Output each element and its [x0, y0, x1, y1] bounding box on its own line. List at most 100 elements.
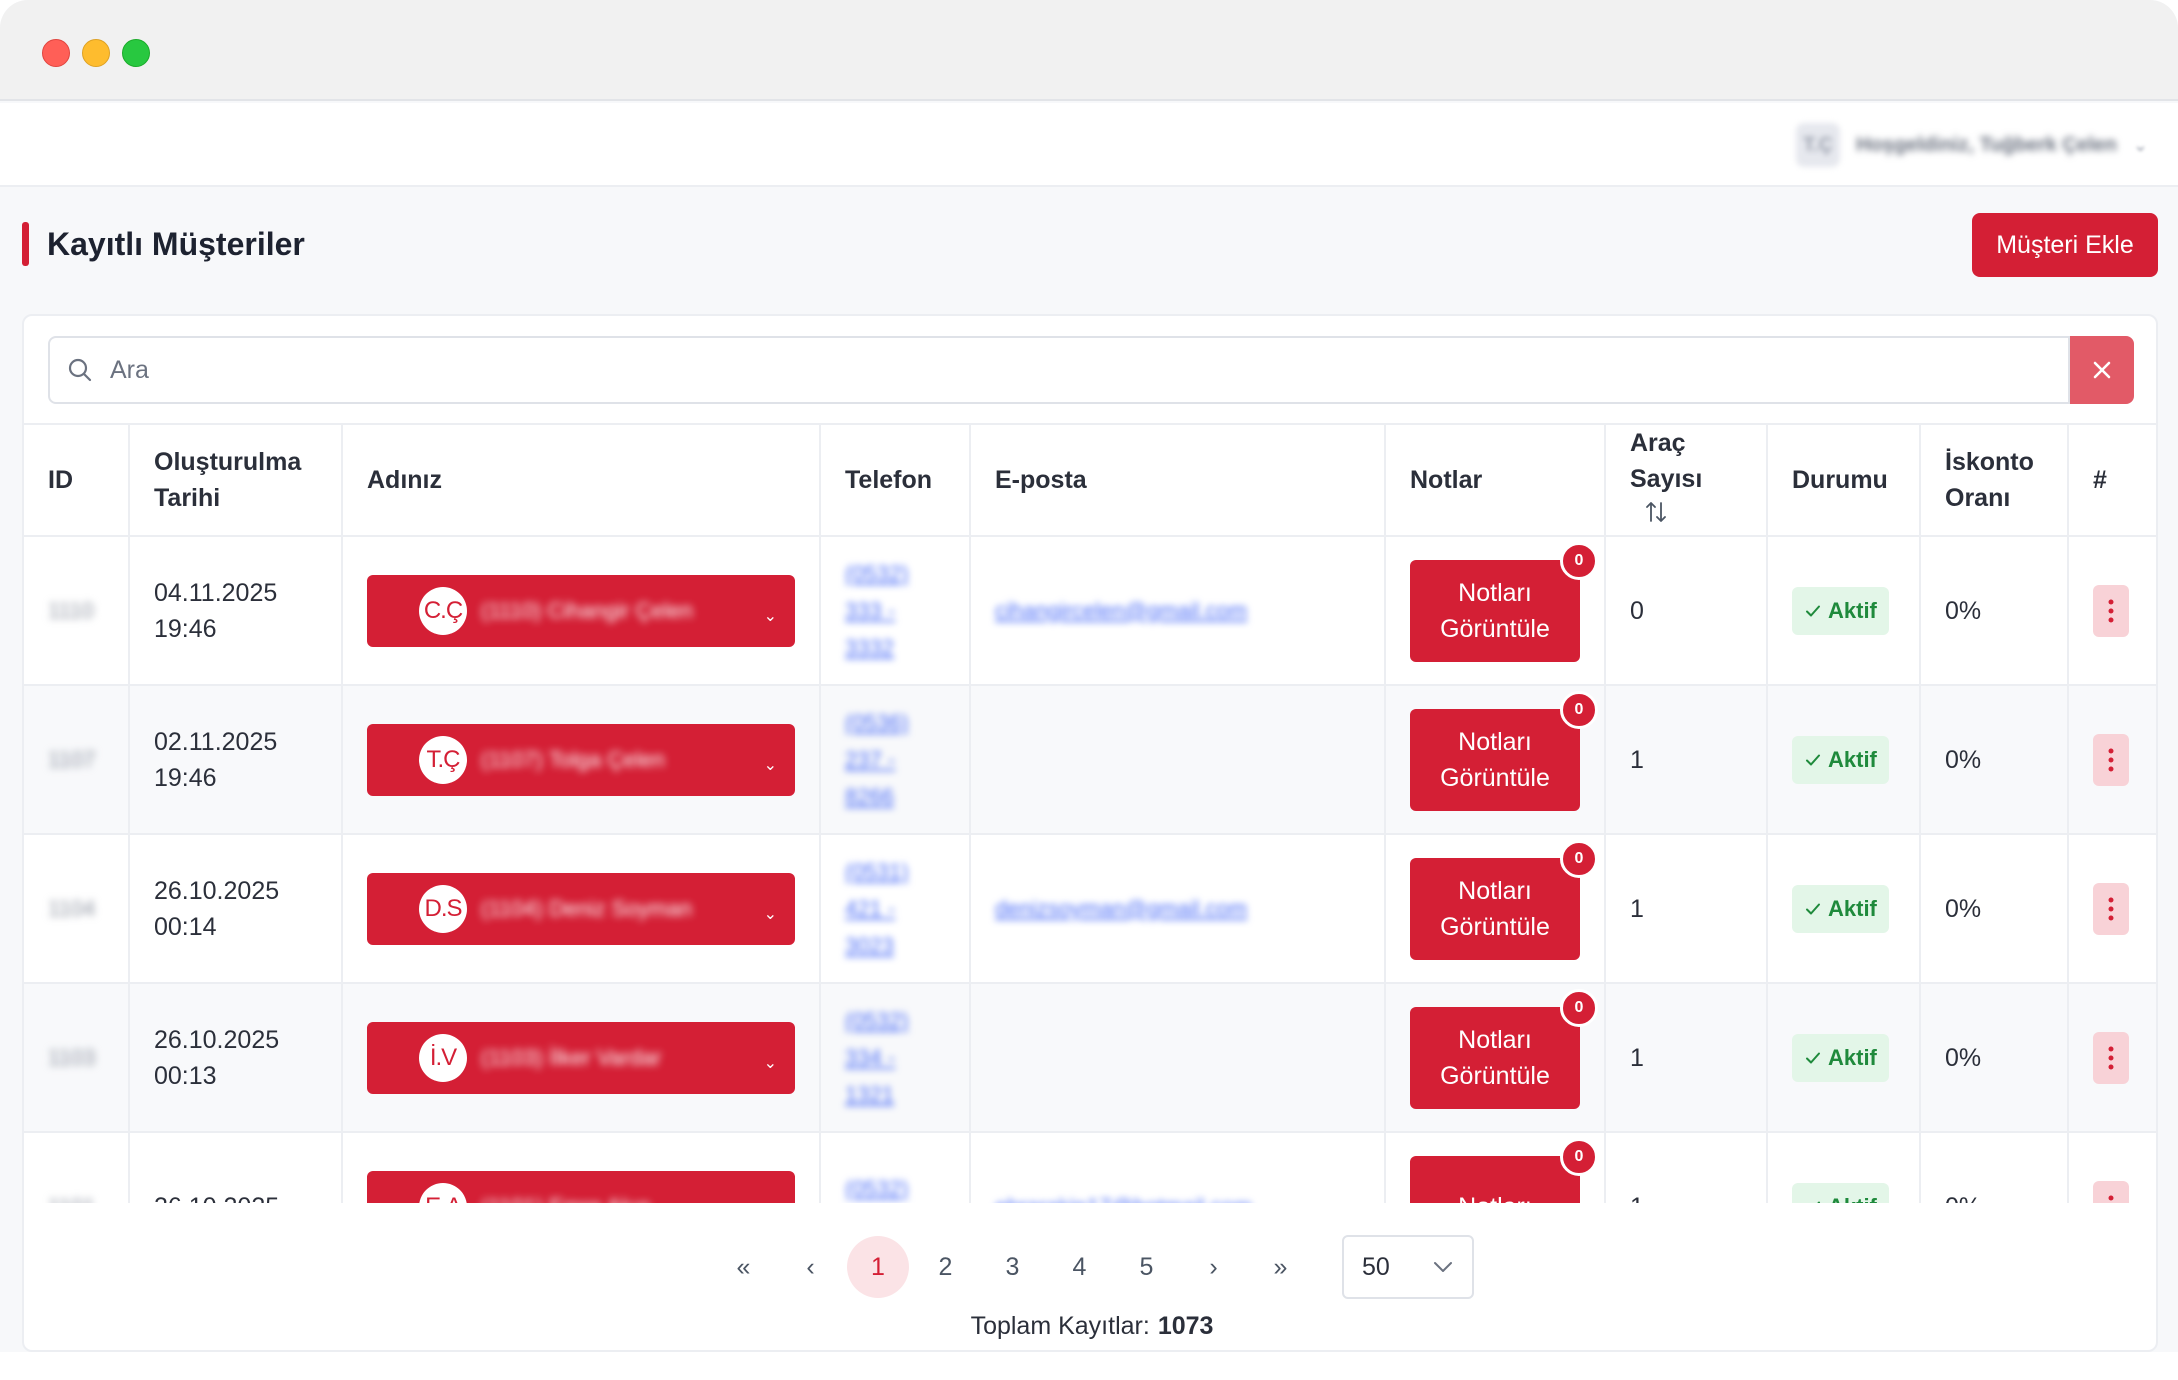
- customer-name: (1103) İlker Vardar: [481, 1044, 662, 1070]
- customers-table-wrapper[interactable]: ID Oluşturulma Tarihi Adınız Telefon E-p…: [24, 423, 2156, 1204]
- chevron-down-icon: ⌄: [764, 1195, 777, 1204]
- notes-count-badge: 0: [1560, 839, 1598, 878]
- previous-page-button[interactable]: ‹: [777, 1236, 844, 1298]
- row-actions-menu-button[interactable]: [2093, 733, 2129, 786]
- kebab-menu-icon: [2108, 1195, 2114, 1200]
- customer-id: 1107: [48, 747, 96, 772]
- customer-initials: İ.V: [419, 1033, 467, 1082]
- customer-phone-link[interactable]: (0532) 334 - 1321: [845, 1002, 935, 1113]
- column-header-discount: İskonto Oranı: [1919, 423, 2069, 537]
- kebab-menu-icon: [2108, 1046, 2114, 1069]
- notes-label: Notları: [1458, 876, 1532, 905]
- discount-rate: 0%: [1919, 535, 2069, 686]
- view-notes-button[interactable]: Notları Görüntüle 0: [1410, 690, 1598, 811]
- customer-phone-link[interactable]: (0532) 333 - 3332: [845, 555, 935, 666]
- customer-initials: E.A: [419, 1182, 467, 1203]
- column-header-notes: Notlar: [1384, 423, 1606, 537]
- discount-rate: 0%: [1919, 833, 2069, 984]
- add-customer-button[interactable]: Müşteri Ekle: [1972, 213, 2158, 277]
- row-actions-menu-button[interactable]: [2093, 1180, 2129, 1203]
- column-header-id: ID: [24, 423, 130, 537]
- created-time: 19:46: [154, 763, 217, 792]
- customer-id: 1104: [48, 896, 96, 921]
- customer-phone-link[interactable]: (0531) 421 - 3023: [845, 853, 935, 964]
- page-button-1[interactable]: 1: [847, 1236, 909, 1298]
- notes-count-badge: 0: [1560, 988, 1598, 1027]
- column-header-name: Adınız: [341, 423, 821, 537]
- maximize-window-button[interactable]: [122, 39, 150, 67]
- notes-label: Görüntüle: [1440, 614, 1550, 643]
- notes-label: Notları: [1458, 578, 1532, 607]
- user-avatar: T.Ç: [1796, 123, 1841, 167]
- table-header-row: ID Oluşturulma Tarihi Adınız Telefon E-p…: [24, 423, 2156, 537]
- check-icon: [1806, 903, 1820, 914]
- vehicle-count: 0: [1604, 535, 1768, 686]
- customer-initials: D.S: [419, 884, 467, 933]
- row-actions-menu-button[interactable]: [2093, 584, 2129, 637]
- customer-email-link[interactable]: cihangircelen@gmail.com: [995, 598, 1247, 623]
- chevron-down-icon: ⌄: [763, 756, 777, 774]
- vehicle-count: 1: [1604, 684, 1768, 835]
- customer-name: (1101) Emre Akın: [481, 1189, 651, 1204]
- created-time: 00:14: [154, 912, 217, 941]
- chevron-down-icon: ⌄: [763, 607, 777, 625]
- created-time: 19:46: [154, 614, 217, 643]
- check-icon: [1806, 605, 1820, 616]
- page-button-3[interactable]: 3: [979, 1236, 1046, 1298]
- customer-name-select[interactable]: E.A (1101) Emre Akın ⌄: [367, 1170, 795, 1204]
- customer-phone-link[interactable]: (0536) 237 - 8266: [845, 704, 935, 815]
- window-titlebar: [0, 0, 2178, 101]
- view-notes-button[interactable]: Notları Görüntüle 0: [1410, 988, 1598, 1109]
- table-row: 1107 02.11.2025 19:46 T.Ç (1107) Tolga Çel…: [24, 684, 2156, 835]
- row-actions-menu-button[interactable]: [2093, 882, 2129, 935]
- total-records-value: 1073: [1157, 1312, 1214, 1340]
- kebab-menu-icon: [2108, 599, 2114, 622]
- status-badge: Aktif: [1792, 884, 1889, 933]
- page-title: Kayıtlı Müşteriler: [47, 225, 305, 262]
- page-button-2[interactable]: 2: [912, 1236, 979, 1298]
- created-date: 26.10.2025: [154, 876, 280, 905]
- column-header-email: E-posta: [969, 423, 1386, 537]
- sort-icon[interactable]: [1644, 499, 1668, 535]
- next-page-button[interactable]: ›: [1180, 1236, 1247, 1298]
- user-menu[interactable]: T.Ç Hoşgeldiniz, Tuğberk Çelen ⌄: [1796, 123, 2148, 167]
- notes-count-badge: 0: [1560, 1137, 1598, 1176]
- view-notes-button[interactable]: Notları Görüntüle 0: [1410, 839, 1598, 960]
- page-size-select[interactable]: 50: [1342, 1235, 1474, 1299]
- vehicle-count: 1: [1604, 833, 1768, 984]
- customer-id: 1101: [48, 1194, 95, 1203]
- created-date: 02.11.2025: [154, 727, 278, 756]
- view-notes-button[interactable]: Notları 0: [1410, 1137, 1598, 1204]
- page-header: Kayıtlı Müşteriler: [22, 222, 305, 266]
- column-header-phone: Telefon: [819, 423, 971, 537]
- search-input[interactable]: [110, 355, 2010, 385]
- page-button-4[interactable]: 4: [1046, 1236, 1113, 1298]
- customer-name-select[interactable]: İ.V (1103) İlker Vardar ⌄: [367, 1021, 795, 1094]
- column-header-vehicles[interactable]: Araç Sayısı: [1604, 423, 1768, 537]
- notes-count-badge: 0: [1560, 541, 1598, 580]
- customers-card: ID Oluşturulma Tarihi Adınız Telefon E-p…: [22, 314, 2158, 1352]
- notes-label: Görüntüle: [1440, 763, 1550, 792]
- customer-name-select[interactable]: C.Ç (1110) Cihangir Çelen ⌄: [367, 574, 795, 647]
- close-window-button[interactable]: [42, 39, 70, 67]
- minimize-window-button[interactable]: [82, 39, 110, 67]
- customer-phone-link[interactable]: (0532) 777 -: [845, 1170, 935, 1204]
- view-notes-button[interactable]: Notları Görüntüle 0: [1410, 541, 1598, 662]
- customer-email-link[interactable]: ebrarakin17@hotmail.com: [995, 1194, 1252, 1203]
- customer-name-select[interactable]: D.S (1104) Deniz Soyman ⌄: [367, 872, 795, 945]
- row-actions-menu-button[interactable]: [2093, 1031, 2129, 1084]
- last-page-button[interactable]: »: [1247, 1236, 1314, 1298]
- page-button-5[interactable]: 5: [1113, 1236, 1180, 1298]
- customer-name: (1104) Deniz Soyman: [481, 895, 693, 921]
- check-icon: [1806, 1052, 1820, 1063]
- chevron-down-icon: [1434, 1262, 1452, 1272]
- notes-label: Notları: [1458, 1189, 1532, 1204]
- close-icon: [2093, 361, 2111, 379]
- first-page-button[interactable]: «: [710, 1236, 777, 1298]
- clear-search-button[interactable]: [2070, 336, 2134, 404]
- notes-label: Notları: [1458, 1025, 1532, 1054]
- column-header-created: Oluşturulma Tarihi: [128, 423, 343, 537]
- customer-email-link[interactable]: denizsoyman@gmail.com: [995, 896, 1247, 921]
- created-time: 00:13: [154, 1061, 217, 1090]
- customer-name-select[interactable]: T.Ç (1107) Tolga Çelen ⌄: [367, 723, 795, 796]
